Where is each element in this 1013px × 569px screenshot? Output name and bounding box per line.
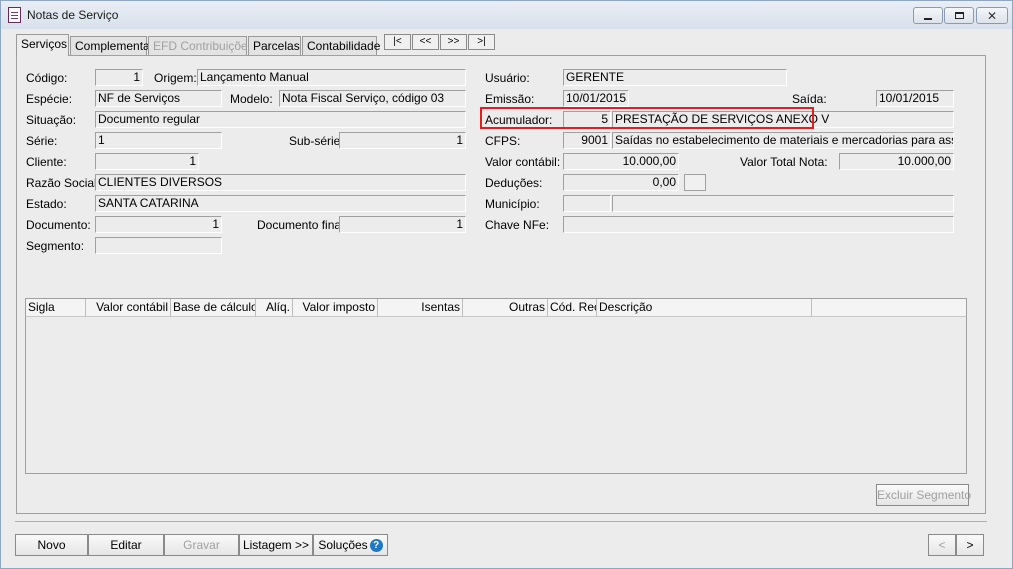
col-base-calculo[interactable]: Base de cálculo [171,299,256,317]
help-icon: ? [369,539,383,553]
chave-nfe-field[interactable] [563,216,954,233]
codigo-label: Código: [26,71,68,85]
nav-next-button[interactable]: >> [440,34,467,50]
nav-last-button[interactable]: >| [468,34,495,50]
editar-button[interactable]: Editar [88,534,164,556]
deducoes-browse-button[interactable] [684,174,706,191]
col-valor-imposto[interactable]: Valor imposto [293,299,378,317]
document-icon [8,7,21,23]
acumulador-desc-field[interactable]: PRESTAÇÃO DE SERVIÇOS ANEXO V [612,111,954,128]
serie-label: Série: [26,134,58,148]
chave-nfe-label: Chave NFe: [485,218,550,232]
usuario-field[interactable]: GERENTE [563,69,787,86]
grid-header: Sigla Valor contábil Base de cálculo Alí… [26,299,966,317]
col-aliquota[interactable]: Alíq. [256,299,293,317]
saida-field[interactable]: 10/01/2015 [876,90,954,107]
solucoes-button[interactable]: Soluções? [313,534,388,556]
emissao-field[interactable]: 10/01/2015 [563,90,629,107]
excluir-segmento-button[interactable]: Excluir Segmento [876,484,971,506]
close-icon: ✕ [986,8,998,23]
origem-label: Origem: [154,71,197,85]
saida-label: Saída: [792,92,827,106]
segmento-field[interactable] [95,237,222,254]
tab-servicos[interactable]: Serviços [16,34,69,56]
col-valor-contabil[interactable]: Valor contábil [86,299,171,317]
emissao-label: Emissão: [485,92,535,106]
documento-field[interactable]: 1 [95,216,222,233]
next-record-button[interactable]: > [956,534,984,556]
col-sigla[interactable]: Sigla [26,299,86,317]
window-title: Notas de Serviço [27,8,119,22]
segmento-label: Segmento: [26,239,85,253]
estado-label: Estado: [26,197,67,211]
listagem-button[interactable]: Listagem >> [239,534,313,556]
impostos-grid[interactable]: Sigla Valor contábil Base de cálculo Alí… [25,298,967,474]
title-bar: Notas de Serviço ✕ [1,1,1012,29]
tab-efd-contribuicoes[interactable]: EFD Contribuições [148,36,254,55]
municipio-code-field[interactable] [563,195,611,212]
acumulador-code-field[interactable]: 5 [563,111,611,128]
gravar-button[interactable]: Gravar [164,534,239,556]
maximize-button[interactable] [944,7,974,24]
subserie-field[interactable]: 1 [339,132,466,149]
deducoes-label: Deduções: [485,176,543,190]
cfps-desc-field[interactable]: Saídas no estabelecimento de materiais e… [612,132,954,149]
prev-record-button[interactable]: < [928,534,956,556]
codigo-field[interactable]: 1 [95,69,143,86]
novo-button[interactable]: Novo [15,534,88,556]
col-outras[interactable]: Outras [463,299,548,317]
col-cod-rec[interactable]: Cód. Rec. [548,299,597,317]
razao-social-label: Razão Social: [26,176,101,190]
acumulador-label: Acumulador: [485,113,553,127]
col-descricao[interactable]: Descrição [597,299,812,317]
razao-social-field[interactable]: CLIENTES DIVERSOS [95,174,466,191]
notas-servico-window: Notas de Serviço ✕ Serviços Complementar… [0,0,1013,569]
tab-parcelas[interactable]: Parcelas [248,36,301,55]
minimize-button[interactable] [913,7,943,24]
serie-field[interactable]: 1 [95,132,222,149]
municipio-label: Município: [485,197,540,211]
valor-total-field[interactable]: 10.000,00 [839,153,954,170]
valor-total-label: Valor Total Nota: [740,155,828,169]
tab-contabilidade[interactable]: Contabilidade [302,36,380,55]
estado-field[interactable]: SANTA CATARINA [95,195,466,212]
documento-final-field[interactable]: 1 [339,216,466,233]
cfps-code-field[interactable]: 9001 [563,132,611,149]
solucoes-label: Soluções [318,538,368,552]
modelo-label: Modelo: [230,92,273,106]
documento-final-label: Documento final: [257,218,348,232]
col-isentas[interactable]: Isentas [378,299,463,317]
situacao-label: Situação: [26,113,77,127]
cliente-label: Cliente: [26,155,67,169]
especie-label: Espécie: [26,92,73,106]
subserie-label: Sub-série: [289,134,344,148]
deducoes-field[interactable]: 0,00 [563,174,679,191]
situacao-field[interactable]: Documento regular [95,111,466,128]
nav-prev-button[interactable]: << [412,34,439,50]
maximize-icon [954,12,964,19]
especie-field[interactable]: NF de Serviços [95,90,222,107]
minimize-icon [924,17,932,20]
nav-first-button[interactable]: |< [384,34,411,50]
modelo-field[interactable]: Nota Fiscal Serviço, código 03 [279,90,466,107]
valor-contabil-field[interactable]: 10.000,00 [563,153,679,170]
usuario-label: Usuário: [485,71,530,85]
cfps-label: CFPS: [485,134,521,148]
documento-label: Documento: [26,218,91,232]
valor-contabil-label: Valor contábil: [485,155,561,169]
cliente-field[interactable]: 1 [95,153,199,170]
municipio-name-field[interactable] [612,195,954,212]
close-button[interactable]: ✕ [976,7,1008,24]
tab-complementar[interactable]: Complementar [70,36,154,55]
footer-separator [15,521,987,522]
origem-field[interactable]: Lançamento Manual [197,69,466,86]
